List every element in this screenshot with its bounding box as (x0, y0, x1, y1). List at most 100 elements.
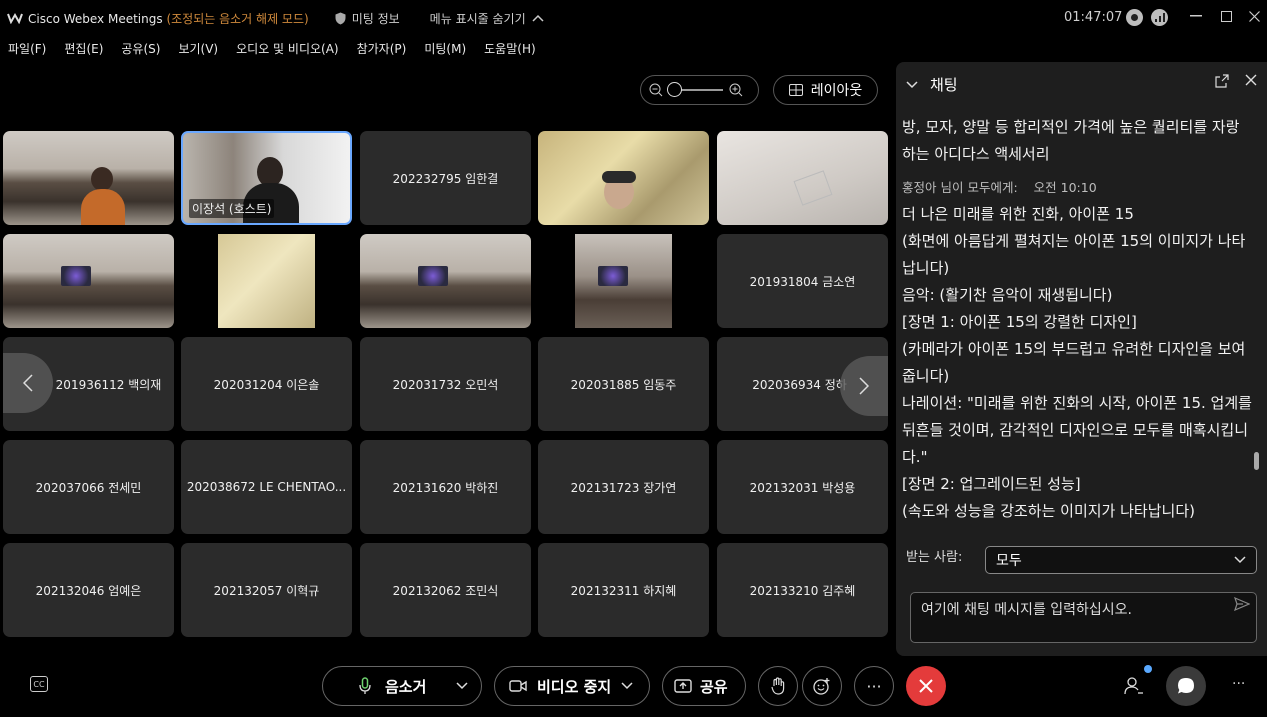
chat-line: 나레이션: "미래를 위한 진화의 시작, 아이폰 15. 업계를 뒤흔들 것이… (902, 394, 1252, 466)
video-tile[interactable] (538, 131, 709, 225)
chat-bubble-icon (1178, 678, 1194, 694)
participant-tile[interactable]: 202131620 박하진 (360, 440, 531, 534)
chat-line: (카메라가 아이폰 15의 부드럽고 유려한 디자인을 보여줍니다) (902, 340, 1246, 385)
raise-hand-button[interactable] (758, 666, 798, 706)
more-options-button[interactable]: ··· (854, 666, 894, 706)
video-tile[interactable] (181, 234, 352, 328)
participant-tile[interactable]: 202132311 하지혜 (538, 543, 709, 637)
layout-button[interactable]: 레이아웃 (773, 75, 878, 105)
participant-tile[interactable]: 202038672 LE CHENTAO... (181, 440, 352, 534)
participant-body (81, 189, 125, 225)
participant-name: 202132031 박성용 (749, 480, 856, 495)
participant-tile[interactable]: 202131723 장가연 (538, 440, 709, 534)
chat-line: 더 나은 미래를 위한 진화, 아이폰 15 (902, 205, 1134, 223)
menu-share[interactable]: 공유(S) (121, 40, 160, 57)
closed-caption-icon[interactable]: CC (30, 676, 48, 692)
share-label: 공유 (700, 677, 728, 696)
participant-tile[interactable]: 202132046 엄예은 (3, 543, 174, 637)
participant-tile[interactable]: 202031204 이은솔 (181, 337, 352, 431)
chevron-left-icon (23, 374, 33, 392)
participant-name: 202132057 이혁규 (213, 583, 320, 598)
chat-toggle-button[interactable] (1166, 666, 1206, 706)
menu-meeting[interactable]: 미팅(M) (424, 40, 466, 57)
chat-panel: 채팅 방, 모자, 양말 등 합리적인 가격에 높은 퀄리티를 자랑하는 아디다… (896, 62, 1267, 656)
menu-edit[interactable]: 편집(E) (64, 40, 103, 57)
chevron-up-icon (532, 14, 544, 22)
participant-tile[interactable]: 202037066 전세민 (3, 440, 174, 534)
stop-video-button[interactable]: 비디오 중지 (494, 666, 650, 706)
reactions-button[interactable] (802, 666, 842, 706)
participant-name: 201936112 백의재 (55, 377, 162, 392)
mute-mode-label: (조정되는 음소거 해제 모드) (166, 11, 309, 26)
video-tile[interactable] (717, 131, 888, 225)
participant-name: 202133210 김주혜 (749, 583, 856, 598)
chevron-down-icon[interactable] (906, 80, 918, 89)
video-label: 비디오 중지 (537, 677, 612, 696)
menu-audio-video[interactable]: 오디오 및 비디오(A) (236, 40, 338, 57)
chat-line: 음악: (활기찬 음악이 재생됩니다) (902, 286, 1113, 304)
hand-icon (771, 677, 785, 695)
zoom-slider[interactable] (667, 82, 723, 97)
participant-tile[interactable]: 202232795 임한결 (360, 131, 531, 225)
layout-label: 레이아웃 (810, 83, 863, 99)
chat-header[interactable]: 채팅 (906, 74, 958, 95)
recipient-select[interactable]: 모두 (985, 546, 1257, 574)
menu-help[interactable]: 도움말(H) (484, 40, 536, 57)
minimize-icon[interactable] (1188, 8, 1204, 24)
tv-screen (598, 266, 628, 286)
close-icon[interactable] (1245, 74, 1257, 86)
participant-name: 202037066 전세민 (35, 480, 142, 495)
chat-message-input[interactable]: 여기에 채팅 메시지를 입력하십시오. (910, 592, 1257, 643)
participant-tile[interactable]: 202031732 오민석 (360, 337, 531, 431)
mute-label: 음소거 (385, 677, 427, 696)
menu-participants[interactable]: 참가자(P) (357, 40, 407, 57)
mute-button[interactable]: 음소거 (322, 666, 482, 706)
notification-dot (1144, 665, 1152, 673)
recipient-value: 모두 (996, 553, 1022, 569)
chat-title: 채팅 (930, 76, 958, 94)
video-tile[interactable] (3, 131, 174, 225)
zoom-in-icon[interactable] (729, 83, 743, 97)
participant-name: 202031204 이은솔 (213, 377, 320, 392)
participant-tile[interactable]: 202133210 김주혜 (717, 543, 888, 637)
popout-icon[interactable] (1215, 74, 1229, 88)
participant-tile[interactable]: 202031885 임동주 (538, 337, 709, 431)
menu-view[interactable]: 보기(V) (178, 40, 218, 57)
chevron-right-icon (859, 377, 869, 395)
participant-name: 202232795 임한결 (392, 171, 499, 186)
video-tile[interactable] (538, 234, 709, 328)
share-button[interactable]: 공유 (662, 666, 746, 706)
zoom-out-icon[interactable] (649, 83, 663, 97)
send-icon[interactable] (1234, 596, 1251, 615)
chevron-down-icon[interactable] (456, 682, 468, 690)
recipient-label: 받는 사람: (906, 550, 963, 565)
hide-menu-bar-button[interactable]: 메뉴 표시줄 숨기기 (430, 10, 544, 27)
record-status-icon[interactable] (1126, 9, 1143, 26)
more-panels-icon[interactable]: ··· (1232, 676, 1245, 692)
chat-scroll-thumb[interactable] (1254, 452, 1259, 470)
chevron-down-icon[interactable] (621, 682, 633, 690)
participants-button[interactable] (1124, 665, 1152, 700)
signal-stats-icon[interactable] (1151, 9, 1168, 26)
participant-tile[interactable]: 202132057 이혁규 (181, 543, 352, 637)
participant-tile[interactable]: 201931804 금소연 (717, 234, 888, 328)
chat-sender: 홍정아 님이 모두에게: (902, 180, 1018, 195)
close-window-icon[interactable] (1246, 8, 1262, 24)
hide-menu-label: 메뉴 표시줄 숨기기 (429, 11, 526, 26)
leave-meeting-button[interactable] (906, 666, 946, 706)
maximize-icon[interactable] (1218, 8, 1234, 24)
menu-file[interactable]: 파일(F) (8, 40, 46, 57)
zoom-slider-knob[interactable] (667, 82, 682, 97)
video-tile[interactable] (3, 234, 174, 328)
zoom-control (640, 75, 759, 105)
participant-name: 202131620 박하진 (392, 480, 499, 495)
chat-time: 오전 10:10 (1033, 180, 1097, 195)
video-tile[interactable] (360, 234, 531, 328)
chat-scrollbar[interactable] (1254, 114, 1260, 534)
host-video-tile[interactable]: 이장석 (호스트) (181, 131, 352, 225)
participant-tile[interactable]: 202132062 조민식 (360, 543, 531, 637)
app-name: Cisco Webex Meetings (28, 11, 163, 26)
participant-tile[interactable]: 202132031 박성용 (717, 440, 888, 534)
meeting-info-button[interactable]: 미팅 정보 (335, 10, 400, 27)
participant-name: 201931804 금소연 (749, 274, 856, 289)
